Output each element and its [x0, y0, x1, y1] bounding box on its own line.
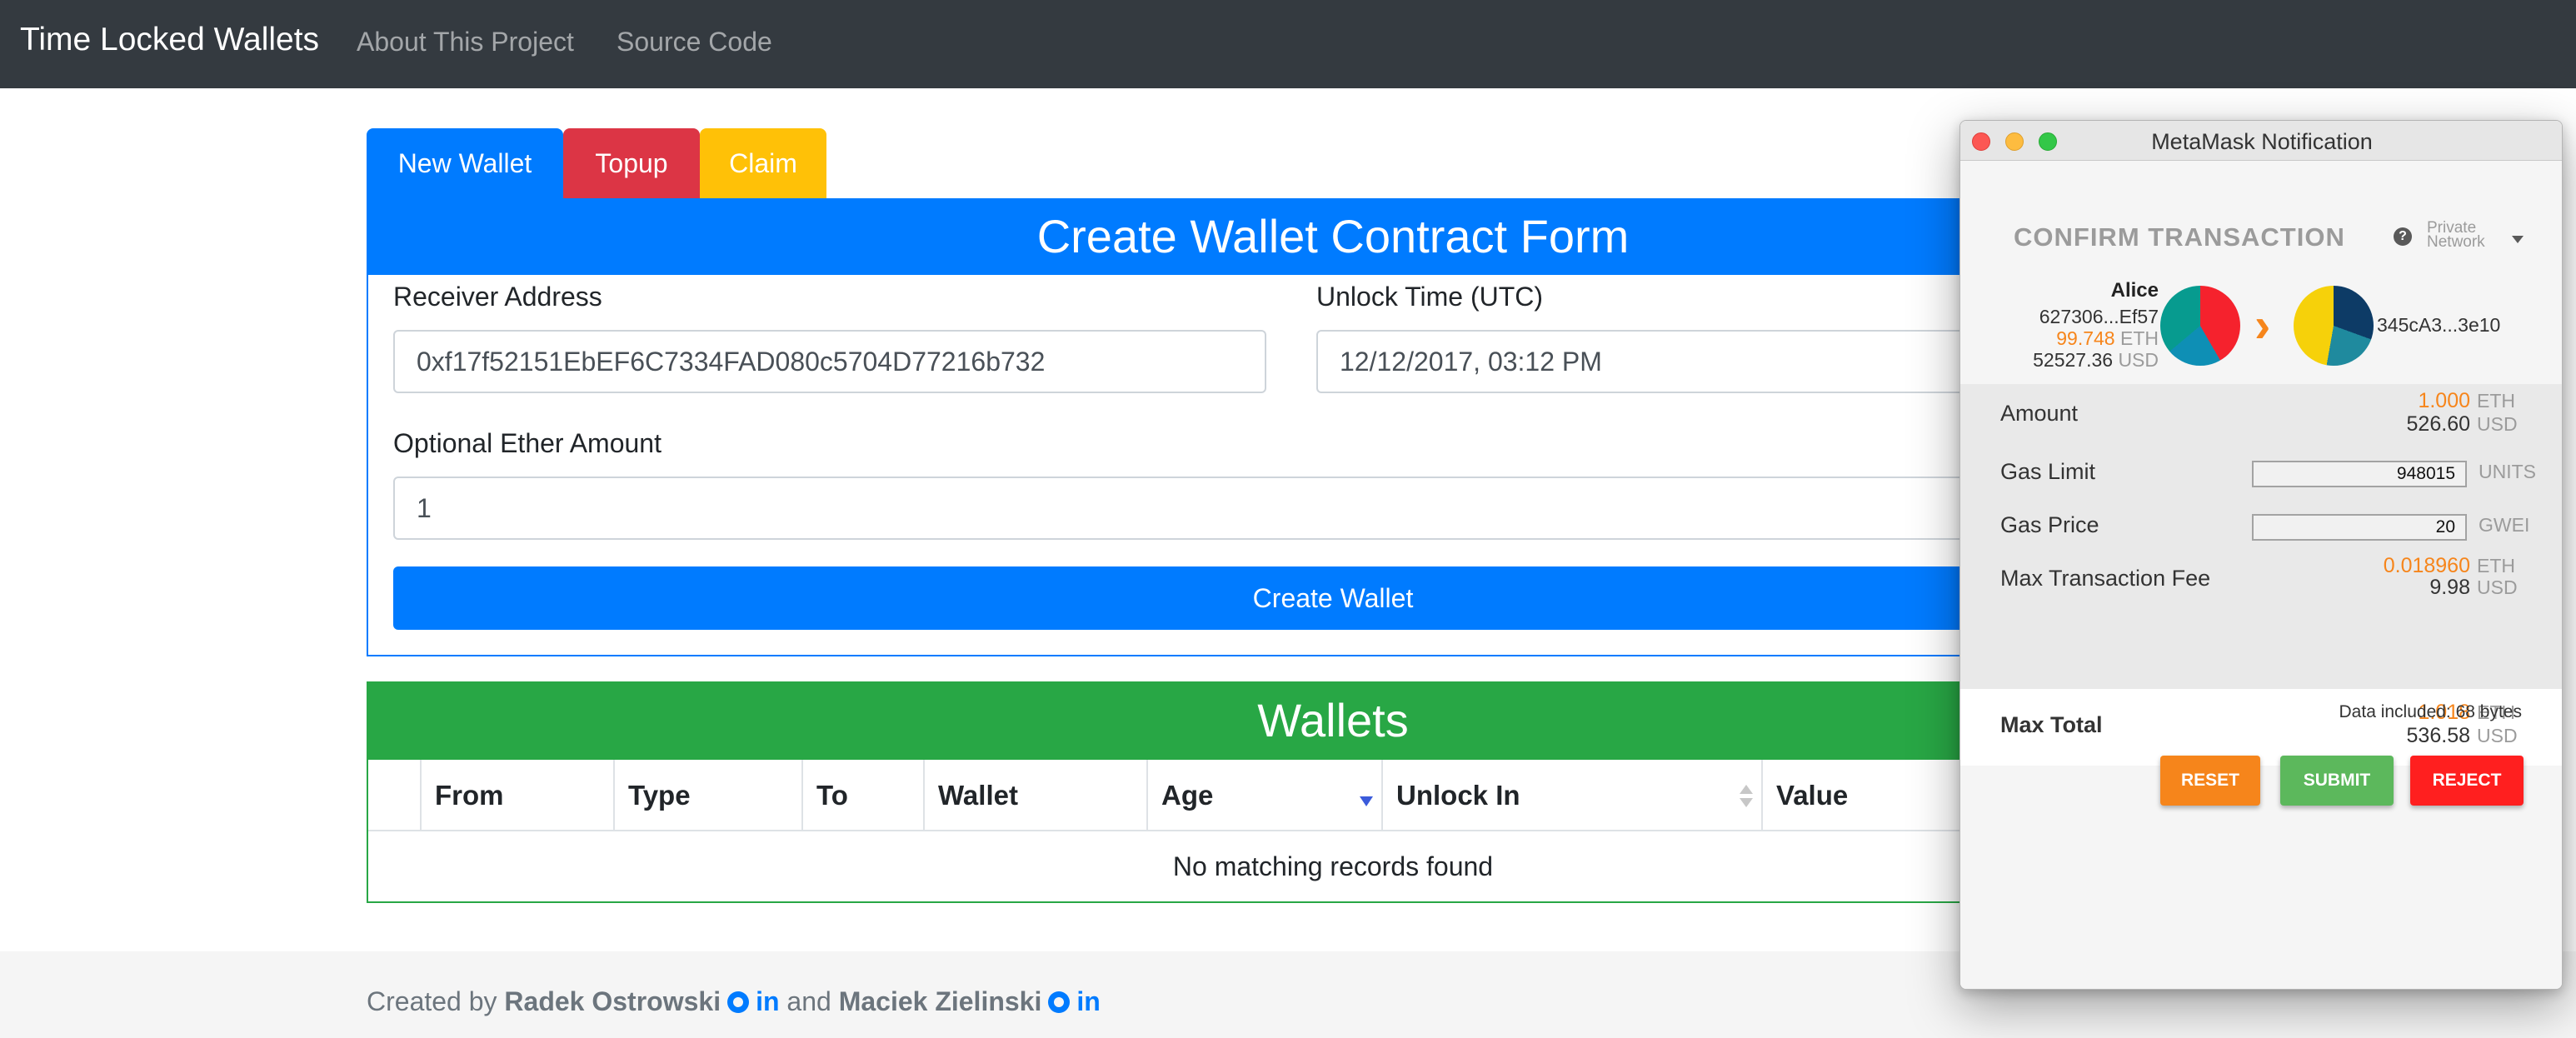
from-usd-balance-row: 52527.36 USD [2033, 349, 2159, 372]
network-selector[interactable]: Private Network [2427, 220, 2485, 251]
nav-link-about[interactable]: About This Project [357, 27, 574, 57]
author-2-name: Maciek Zielinski [838, 986, 1042, 1016]
column-header-expand [368, 760, 422, 831]
from-account-name: Alice [2110, 279, 2159, 302]
github-icon[interactable] [1048, 991, 1071, 1013]
linkedin-icon[interactable]: in [1076, 986, 1100, 1017]
eth-unit-label: ETH [2120, 327, 2159, 349]
column-header-to[interactable]: To [803, 760, 925, 831]
from-account-avatar [2160, 286, 2240, 366]
sort-icon [1740, 785, 1753, 808]
gas-price-input[interactable]: 20 [2252, 514, 2467, 541]
column-header-from[interactable]: From [422, 760, 615, 831]
top-navbar: Time Locked Wallets About This Project S… [0, 0, 2576, 88]
github-icon[interactable] [727, 991, 750, 1013]
gas-limit-input[interactable]: 948015 [2252, 461, 2467, 487]
from-eth-balance: 99.748 [2056, 327, 2115, 349]
sort-descending-icon [1360, 796, 1373, 806]
brand-link[interactable]: Time Locked Wallets [20, 22, 319, 58]
max-total-usd-value: 536.58 [2406, 724, 2470, 747]
column-header-unlock-in[interactable]: Unlock In [1383, 760, 1763, 831]
tab-claim[interactable]: Claim [700, 128, 826, 198]
footer-prefix: Created by [367, 986, 497, 1016]
confirm-transaction-heading: CONFIRM TRANSACTION [2014, 222, 2345, 252]
gas-price-unit: GWEI [2479, 514, 2530, 536]
unlock-in-header-label: Unlock In [1396, 780, 1520, 811]
max-fee-usd-unit: USD [2477, 576, 2518, 598]
age-header-label: Age [1161, 780, 1214, 811]
linkedin-icon[interactable]: in [756, 986, 779, 1017]
submit-button[interactable]: SUBMIT [2280, 756, 2394, 806]
max-total-label: Max Total [2000, 712, 2103, 737]
max-total-usd-unit: USD [2477, 725, 2518, 746]
data-included-note: Data included: 68 bytes [2339, 702, 2522, 721]
column-header-type[interactable]: Type [615, 760, 803, 831]
network-name-line2: Network [2427, 233, 2485, 251]
to-account-avatar [2294, 286, 2374, 366]
gas-limit-label: Gas Limit [2000, 459, 2096, 484]
gas-price-label: Gas Price [2000, 512, 2099, 537]
max-fee-eth-value: 0.018960 [2383, 554, 2470, 577]
column-header-age[interactable]: Age [1148, 760, 1383, 831]
column-header-wallet[interactable]: Wallet [925, 760, 1148, 831]
receiver-address-label: Receiver Address [393, 282, 602, 312]
amount-eth-value: 1.000 [2418, 389, 2470, 412]
footer-joiner: and [786, 986, 831, 1016]
ether-amount-label: Optional Ether Amount [393, 428, 661, 458]
max-fee-eth-unit: ETH [2477, 555, 2515, 576]
from-eth-balance-row: 99.748 ETH [2056, 327, 2159, 350]
to-account-address: 345cA3...3e10 [2377, 314, 2501, 336]
chevron-down-icon[interactable] [2512, 236, 2524, 243]
max-total-row: Max Total 1.018 ETH 536.58 USD [1960, 689, 2562, 766]
author-1-name: Radek Ostrowski [504, 986, 721, 1016]
tab-topup[interactable]: Topup [563, 128, 700, 198]
amount-usd-value: 526.60 [2406, 412, 2470, 436]
amount-usd-unit: USD [2477, 413, 2518, 435]
reset-button[interactable]: RESET [2160, 756, 2260, 806]
unlock-time-label: Unlock Time (UTC) [1316, 282, 1544, 312]
metamask-notification-window: MetaMask Notification CONFIRM TRANSACTIO… [1959, 120, 2563, 990]
window-title: MetaMask Notification [2151, 129, 2373, 154]
tab-new-wallet[interactable]: New Wallet [367, 128, 563, 198]
receiver-address-input[interactable]: 0xf17f52151EbEF6C7334FAD080c5704D77216b7… [393, 330, 1266, 393]
metamask-body: CONFIRM TRANSACTION ? Private Network Al… [1960, 161, 2562, 989]
amount-eth-unit: ETH [2477, 390, 2515, 412]
nav-link-source-code[interactable]: Source Code [617, 27, 772, 57]
usd-unit-label: USD [2118, 349, 2159, 371]
max-fee-label: Max Transaction Fee [2000, 566, 2211, 591]
window-titlebar: MetaMask Notification [1960, 121, 2562, 161]
amount-label: Amount [2000, 401, 2079, 426]
help-icon[interactable]: ? [2394, 227, 2412, 246]
transaction-details: Amount 1.000 ETH 526.60 USD Gas Limit 94… [1960, 384, 2562, 727]
from-usd-balance: 52527.36 [2033, 349, 2114, 371]
max-fee-usd-value: 9.98 [2429, 576, 2470, 599]
gas-limit-unit: UNITS [2479, 461, 2536, 482]
footer-credits: Created by Radek Ostrowski in and Maciek … [367, 986, 1101, 1017]
from-account-address: 627306...Ef57 [2039, 306, 2159, 327]
arrow-right-icon: › [2254, 298, 2271, 352]
reject-button[interactable]: REJECT [2410, 756, 2524, 806]
